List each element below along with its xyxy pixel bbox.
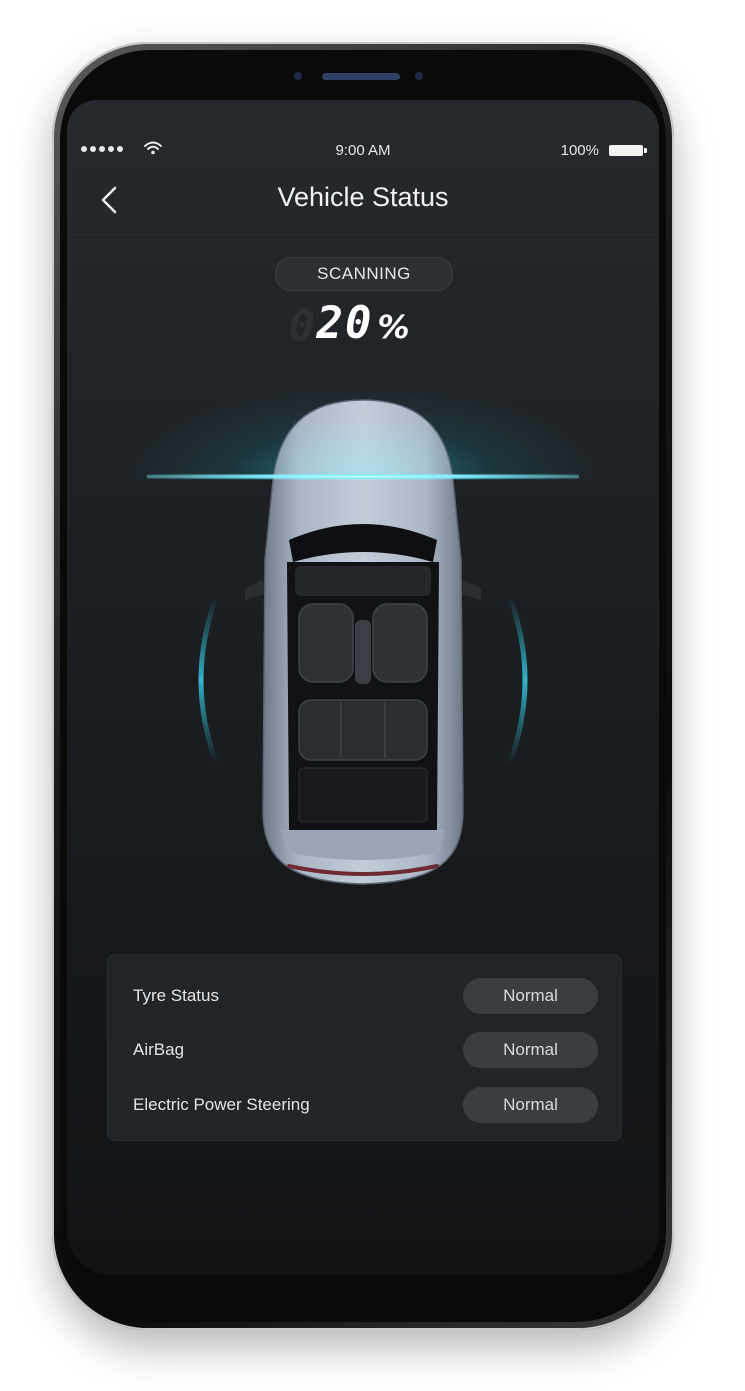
scanning-badge: SCANNING [275,257,453,291]
phone-speaker [322,73,400,80]
status-label: AirBag [133,1040,185,1059]
car-illustration [198,399,528,885]
sensor-icon [294,72,302,80]
status-card: Tyre Status Normal AirBag Normal Electri… [107,954,622,1141]
front-right-seat [372,603,428,683]
scan-line [147,474,579,479]
status-row-tyre: Tyre Status Normal [108,976,621,1016]
scan-percent-unit: % [377,308,410,346]
app-screen: 9:00 AM 100% Vehicle Status SCANNING 0 2… [67,100,659,1275]
status-badge[interactable]: Normal [463,1087,598,1123]
camera-icon [415,72,423,80]
battery-percent: 100% [560,142,599,159]
front-left-seat [298,603,354,683]
status-row-eps: Electric Power Steering Normal [108,1085,621,1125]
ghost-digit: 0 [288,301,315,352]
rear-seat [298,699,428,761]
right-scan-arc [506,594,528,766]
status-row-airbag: AirBag Normal [108,1030,621,1070]
left-mirror [245,580,265,600]
scan-percent-value: 20 [316,298,374,349]
nav-header: Vehicle Status [67,170,659,230]
status-label: Tyre Status [133,986,219,1005]
bottom-safe-area [67,1195,659,1275]
status-bar: 9:00 AM 100% [67,140,659,164]
status-badge[interactable]: Normal [463,978,598,1014]
header-divider [67,234,659,235]
left-scan-arc [198,594,220,766]
status-label: Electric Power Steering [133,1095,310,1114]
page-title: Vehicle Status [277,182,449,212]
battery-icon [609,145,647,156]
right-mirror [461,580,481,600]
scan-progress: 0 20% [67,298,659,354]
status-badge[interactable]: Normal [463,1032,598,1068]
